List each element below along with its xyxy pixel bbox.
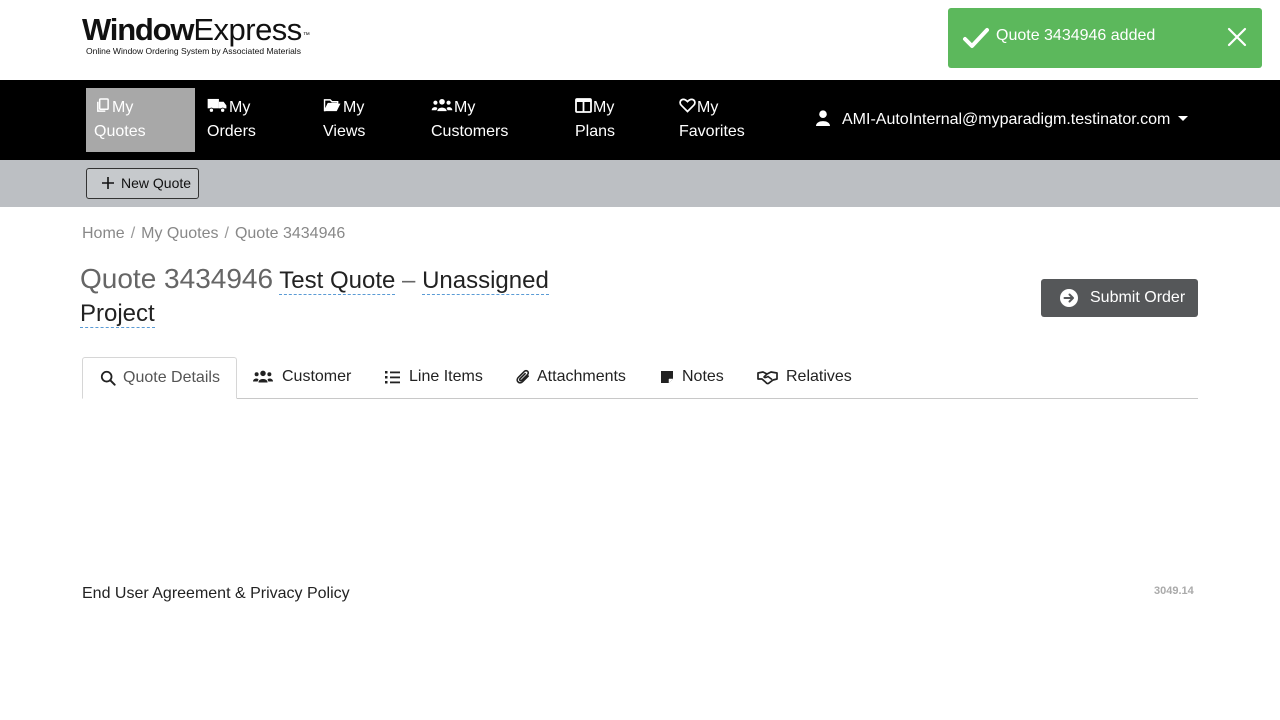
users-icon (253, 370, 273, 383)
nav-item-label-line1: My (697, 99, 719, 116)
submit-order-button[interactable]: Submit Order (1041, 279, 1198, 317)
quote-name-editable[interactable]: Test Quote (279, 267, 396, 295)
users-icon (431, 98, 453, 112)
tab-notes[interactable]: Notes (660, 357, 740, 399)
nav-item-my-quotes[interactable]: My Quotes (86, 88, 195, 152)
nav-item-label-line1: My (229, 99, 251, 116)
title-separator: – (402, 267, 416, 294)
new-quote-button[interactable]: New Quote (86, 168, 199, 199)
breadcrumb-separator: / (130, 225, 136, 242)
breadcrumb: Home / My Quotes / Quote 3434946 (82, 225, 345, 243)
tab-customer[interactable]: Customer (253, 357, 368, 399)
nav-item-label-line1: My (343, 99, 365, 116)
logo-trademark: ™ (302, 32, 310, 39)
logo-wordmark: WindowExpress™ (82, 12, 310, 47)
quote-number: Quote 3434946 (80, 263, 274, 294)
nav-item-label-line1: My (454, 99, 476, 116)
nav-item-label-line2: Views (323, 123, 366, 140)
caret-down-icon (1178, 116, 1189, 121)
nav-item-my-views[interactable]: My Views (315, 88, 415, 152)
nav-item-label-line1: My (593, 99, 615, 116)
project-name-line1: Unassigned (422, 267, 549, 294)
tab-label: Quote Details (123, 369, 220, 386)
toast-message: Quote 3434946 added (996, 27, 1156, 44)
list-icon (385, 371, 400, 384)
project-name-line2: Project (80, 300, 155, 327)
close-icon[interactable] (1226, 26, 1248, 48)
paperclip-icon (516, 369, 530, 384)
end-user-agreement-link[interactable]: End User Agreement & Privacy Policy (82, 585, 350, 603)
nav-item-my-favorites[interactable]: My Favorites (671, 88, 781, 152)
handshake-icon (757, 371, 778, 385)
logo-regular-text: Express (193, 12, 302, 47)
logo-tagline: Online Window Ordering System by Associa… (86, 46, 301, 56)
breadcrumb-my-quotes[interactable]: My Quotes (141, 225, 218, 242)
nav-item-my-customers[interactable]: My Customers (423, 88, 543, 152)
tab-label: Line Items (409, 368, 483, 385)
nav-item-my-orders[interactable]: My Orders (199, 88, 299, 152)
nav-item-label-line2: Quotes (94, 123, 146, 140)
user-menu-dropdown[interactable]: AMI-AutoInternal@myparadigm.testinator.c… (816, 108, 1189, 132)
success-toast: Quote 3434946 added (948, 8, 1262, 68)
nav-item-my-plans[interactable]: My Plans (567, 88, 657, 152)
logo-bold-text: Window (82, 12, 195, 47)
checkmark-icon (963, 28, 989, 48)
heart-icon (679, 98, 696, 113)
user-icon (816, 110, 830, 126)
copy-icon (97, 98, 109, 112)
truck-icon (207, 98, 227, 113)
tab-label: Customer (282, 368, 352, 385)
new-quote-label: New Quote (121, 175, 192, 191)
page-title: Quote 3434946 Test Quote – Unassigned Pro… (80, 262, 600, 330)
columns-icon (575, 98, 592, 113)
user-email: AMI-AutoInternal@myparadigm.testinator.c… (842, 111, 1171, 128)
search-icon (100, 370, 116, 386)
plus-icon (102, 177, 114, 189)
nav-item-label-line2: Customers (431, 123, 509, 140)
nav-item-label-line2: Plans (575, 123, 616, 140)
toolbar: New Quote (0, 160, 1280, 207)
windowexpress-logo[interactable]: WindowExpress™ Online Window Ordering Sy… (82, 12, 310, 57)
breadcrumb-current: Quote 3434946 (234, 225, 346, 242)
tab-relatives[interactable]: Relatives (757, 357, 867, 399)
version-number: 3049.14 (1154, 585, 1194, 597)
tab-label: Relatives (786, 368, 852, 385)
tab-line-items[interactable]: Line Items (384, 357, 504, 399)
quote-tabs: Quote Details Customer Line Items Attach… (82, 357, 1198, 399)
header: WindowExpress™ Online Window Ordering Sy… (0, 0, 1280, 80)
main-nav: My Quotes My Orders My Views My Customers My… (0, 80, 1280, 160)
nav-item-label-line1: My (112, 99, 134, 116)
sticky-note-icon (661, 371, 673, 383)
nav-item-label-line2: Favorites (679, 123, 745, 140)
submit-order-label: Submit Order (1090, 289, 1186, 306)
tab-quote-details[interactable]: Quote Details (82, 357, 237, 399)
arrow-circle-right-icon (1060, 289, 1078, 307)
tab-label: Attachments (537, 368, 626, 385)
folder-open-icon (323, 99, 341, 112)
tab-label: Notes (682, 368, 724, 385)
tab-attachments[interactable]: Attachments (516, 357, 646, 399)
breadcrumb-home[interactable]: Home (82, 225, 125, 242)
breadcrumb-separator: / (224, 225, 229, 242)
nav-item-label-line2: Orders (207, 123, 256, 140)
